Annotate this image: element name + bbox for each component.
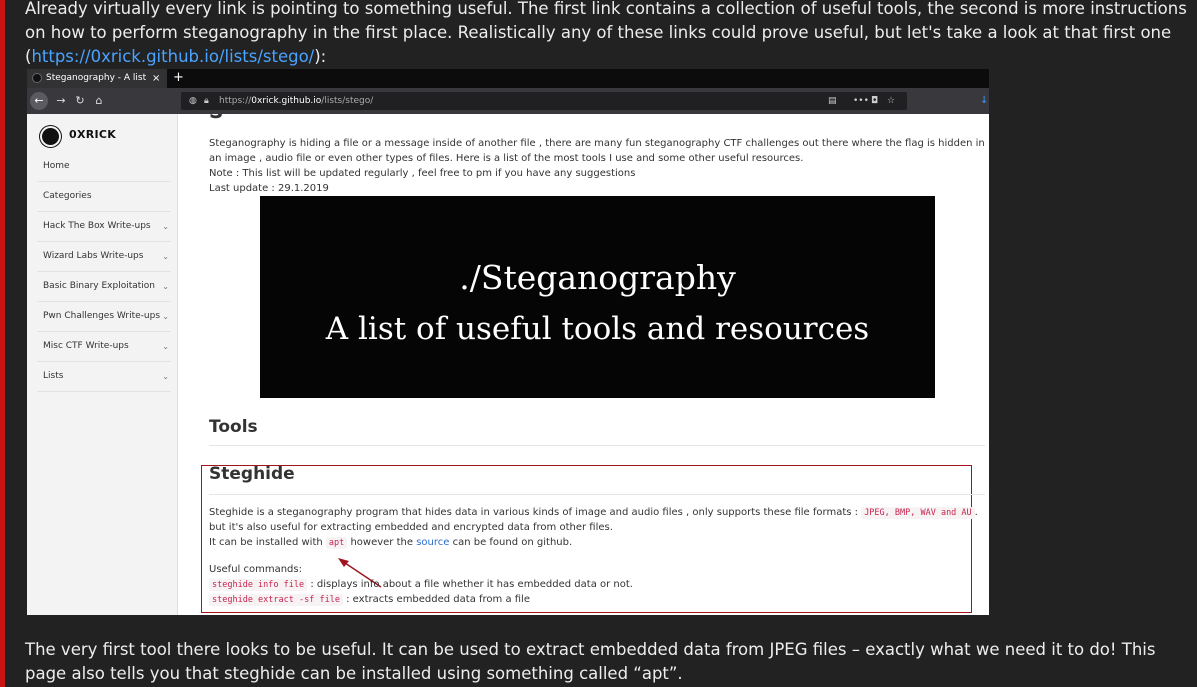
reader-view-icon[interactable]: ▤ <box>828 92 837 110</box>
chevron-down-icon: ⌄ <box>162 222 169 231</box>
logo-icon <box>42 128 59 145</box>
new-tab-icon[interactable]: + <box>173 69 184 87</box>
tab-steganography[interactable]: Steganography - A list of × <box>27 69 167 88</box>
tab-bar: Steganography - A list of × + <box>27 69 989 88</box>
site-sidebar: 0XRICK Home Categories Hack The Box Writ… <box>27 114 178 615</box>
tab-title: Steganography - A list of <box>46 73 146 83</box>
shield-icon: ◍ <box>189 96 197 106</box>
sidebar-item-lists[interactable]: Lists ⌄ <box>37 362 171 392</box>
divider <box>209 494 985 495</box>
tools-heading: Tools <box>209 417 258 437</box>
intro-text-end: ): <box>314 47 327 66</box>
banner-image: ./Steganography A list of useful tools a… <box>260 196 935 398</box>
more-actions-icon[interactable]: ••• <box>853 92 869 110</box>
browser-screenshot: Steganography - A list of × + ← → ↻ ⌂ ◍ … <box>27 69 989 615</box>
chevron-down-icon: ⌄ <box>162 282 169 291</box>
formats-code: JPEG, BMP, WAV and AU <box>861 507 975 519</box>
home-icon[interactable]: ⌂ <box>90 92 108 110</box>
banner-title: ./Steganography <box>459 258 736 297</box>
pocket-icon[interactable]: ◘ <box>871 92 878 110</box>
apt-code: apt <box>325 537 348 549</box>
stego-list-link[interactable]: https://0xrick.github.io/lists/stego/ <box>31 47 314 66</box>
command-extract: steghide extract -sf file : extracts emb… <box>209 593 530 607</box>
lock-icon: 🔒︎ <box>204 96 209 106</box>
divider <box>209 445 985 446</box>
sidebar-item-htb[interactable]: Hack The Box Write-ups ⌄ <box>37 212 171 242</box>
url-text: https://0xrick.github.io/lists/stego/ <box>219 96 374 106</box>
bookmark-star-icon[interactable]: ☆ <box>887 92 895 110</box>
useful-commands-label: Useful commands: <box>209 564 302 575</box>
banner-subtitle: A list of useful tools and resources <box>325 311 870 347</box>
sidebar-item-misc-ctf[interactable]: Misc CTF Write-ups ⌄ <box>37 332 171 362</box>
cmd-info-code: steghide info file <box>209 579 308 591</box>
chevron-down-icon: ⌄ <box>162 372 169 381</box>
address-bar[interactable]: ◍ 🔒︎ https://0xrick.github.io/lists/steg… <box>181 92 907 110</box>
intro-block: Steganography is hiding a file or a mess… <box>209 136 989 196</box>
sidebar-nav: Home Categories Hack The Box Write-ups ⌄ … <box>27 152 177 392</box>
download-icon[interactable]: ↓ <box>980 92 988 110</box>
sidebar-item-binary-exploitation[interactable]: Basic Binary Exploitation ⌄ <box>37 272 171 302</box>
close-tab-icon[interactable]: × <box>152 69 160 88</box>
reload-icon[interactable]: ↻ <box>71 92 89 110</box>
clipped-page-title: S <box>209 114 223 123</box>
navigation-bar: ← → ↻ ⌂ ◍ 🔒︎ https://0xrick.github.io/li… <box>27 88 989 114</box>
outro-paragraph: The very first tool there looks to be us… <box>25 640 1156 683</box>
sidebar-item-wizard-labs[interactable]: Wizard Labs Write-ups ⌄ <box>37 242 171 272</box>
intro-line: an image , audio file or even other type… <box>209 153 804 164</box>
sidebar-item-categories[interactable]: Categories <box>37 182 171 212</box>
brand-name: 0XRICK <box>69 128 117 141</box>
last-update: Last update : 29.1.2019 <box>209 183 329 194</box>
chevron-down-icon: ⌄ <box>162 342 169 351</box>
steghide-heading: Steghide <box>209 464 295 484</box>
intro-line: Steganography is hiding a file or a mess… <box>209 138 985 149</box>
command-info: steghide info file : displays info about… <box>209 578 633 592</box>
chevron-down-icon: ⌄ <box>162 252 169 261</box>
source-link[interactable]: source <box>416 537 449 548</box>
cmd-extract-code: steghide extract -sf file <box>209 594 343 606</box>
install-line: It can be installed with apt however the… <box>209 537 573 549</box>
intro-paragraph: Already virtually every link is pointing… <box>25 0 1190 69</box>
favicon-icon <box>32 73 42 83</box>
intro-line: Note : This list will be updated regular… <box>209 168 636 179</box>
steghide-description: Steghide is a steganography program that… <box>209 507 978 519</box>
steghide-description-2: but it's also useful for extracting embe… <box>209 522 613 533</box>
sidebar-item-pwn[interactable]: Pwn Challenges Write-ups ⌄ <box>37 302 171 332</box>
chevron-down-icon: ⌄ <box>162 312 169 321</box>
sidebar-item-home[interactable]: Home <box>37 152 171 182</box>
back-arrow-icon[interactable]: ← <box>30 92 48 110</box>
forward-arrow-icon[interactable]: → <box>52 92 70 110</box>
page-content: S Steganography is hiding a file or a me… <box>178 114 989 615</box>
left-accent-bar <box>0 0 5 687</box>
